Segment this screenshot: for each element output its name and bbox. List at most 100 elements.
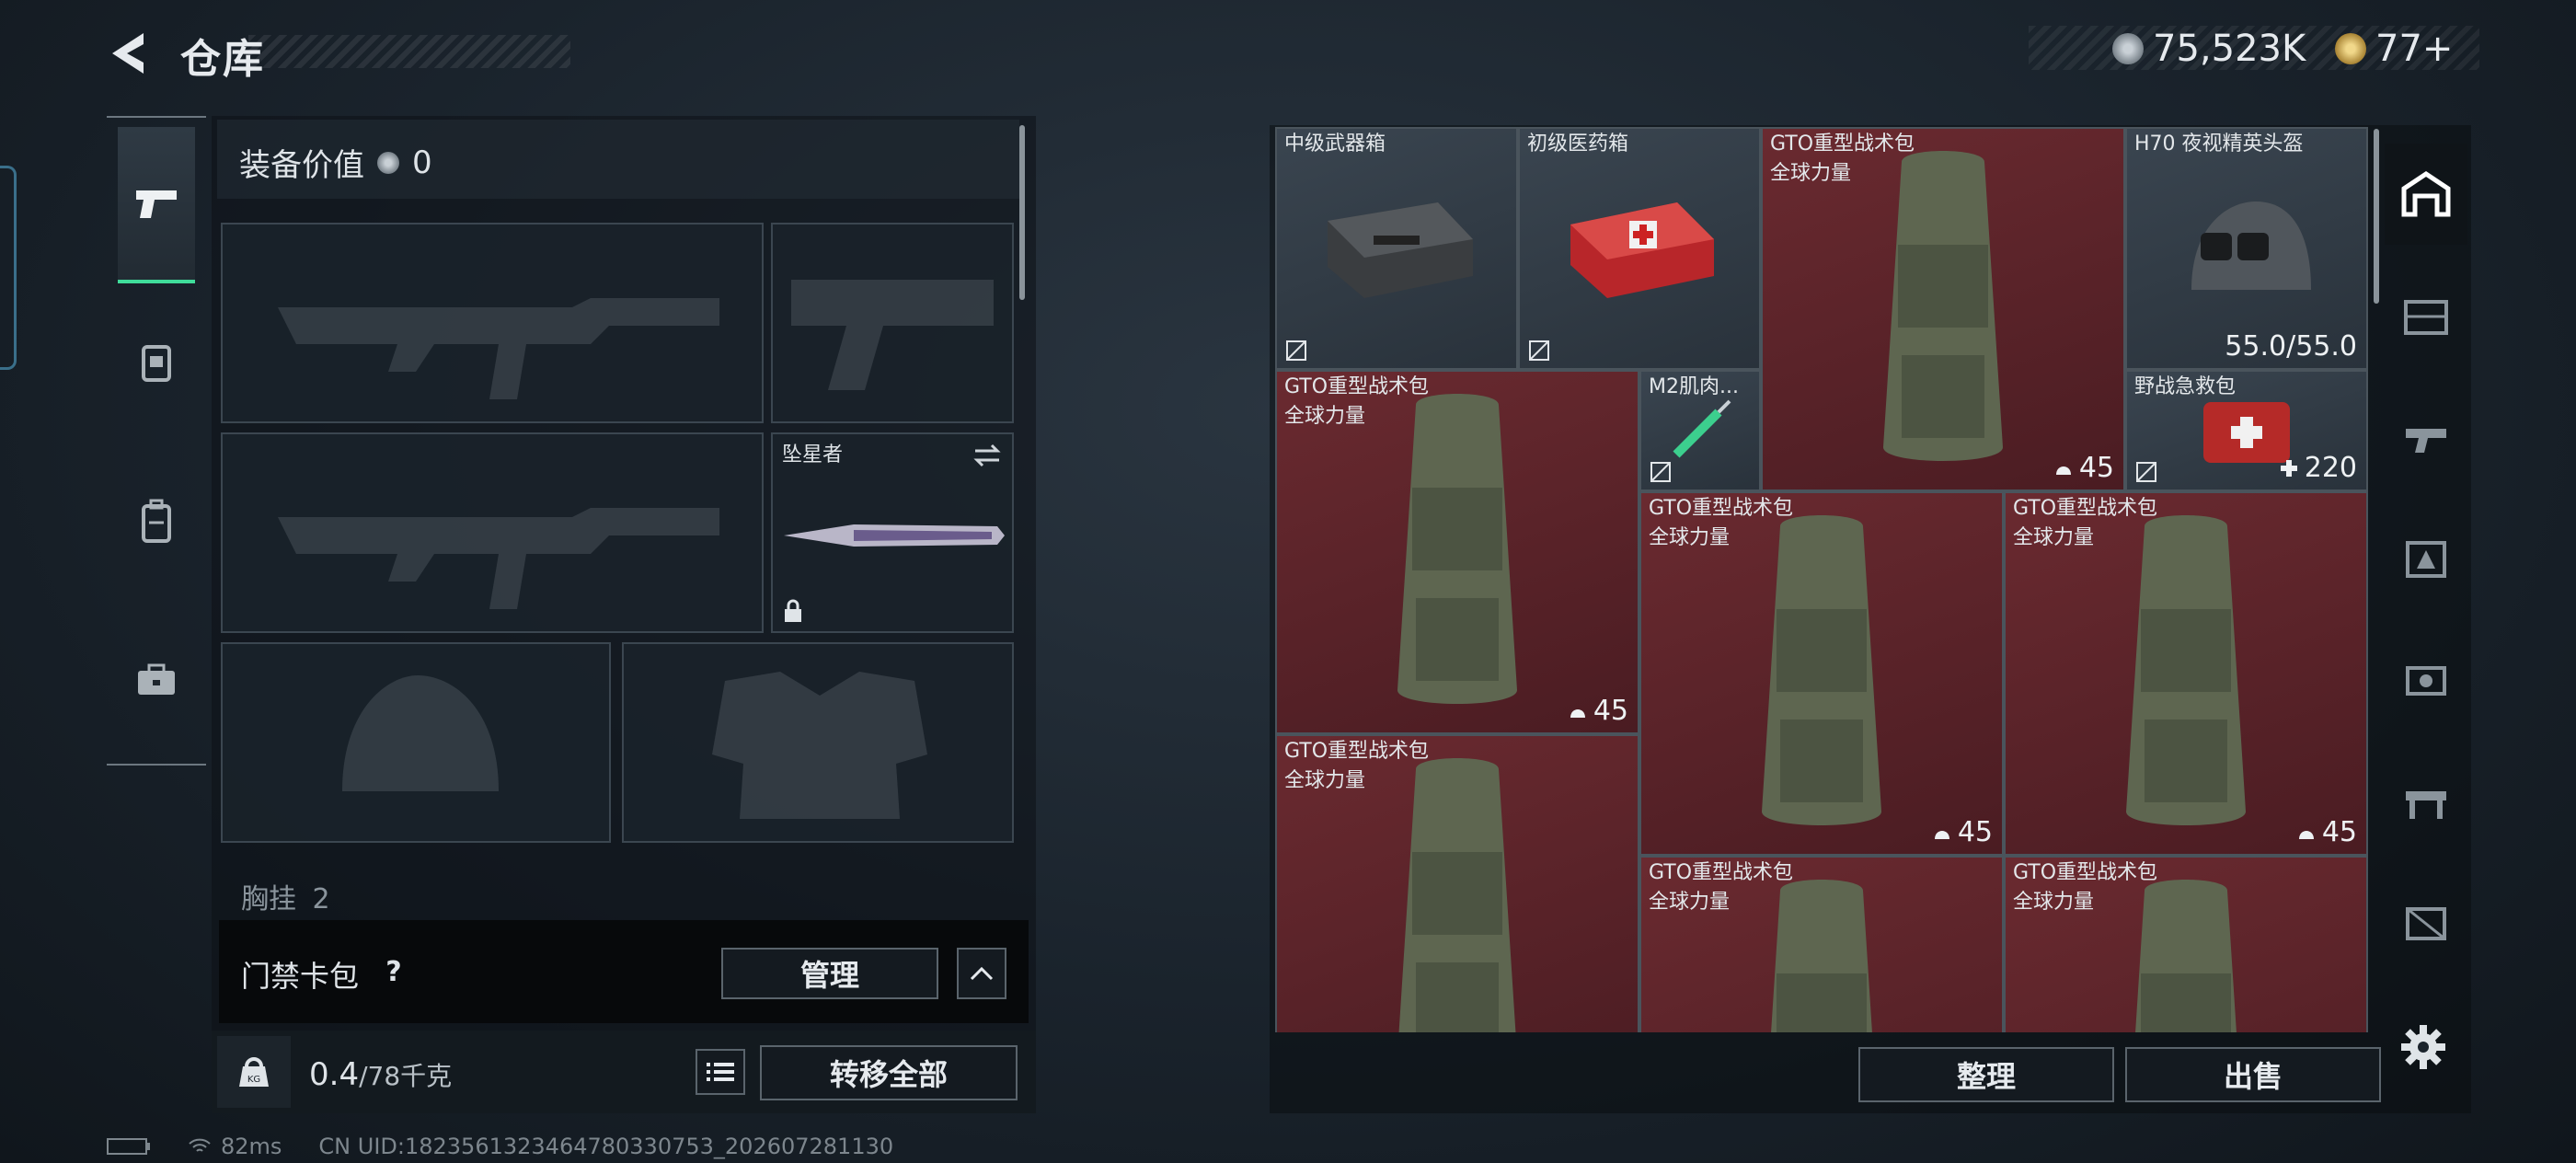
side-drawer-handle[interactable] <box>0 166 17 370</box>
item-count: 45 <box>2053 452 2114 484</box>
currency-2[interactable]: 77+ <box>2335 28 2453 70</box>
item-subtitle: 全球力量 <box>2013 891 2095 914</box>
weight-max: /78千克 <box>359 1061 453 1091</box>
battery-icon <box>107 1138 150 1155</box>
list-view-button[interactable] <box>696 1049 745 1095</box>
weapon-case-icon <box>1328 202 1473 298</box>
storage-item[interactable]: GTO重型战术包 全球力量 <box>2004 856 2368 1032</box>
armor-slot[interactable] <box>622 642 1014 843</box>
storage-item[interactable]: GTO重型战术包 全球力量 45 <box>2004 491 2368 856</box>
coin-icon <box>377 151 399 174</box>
tab-armor[interactable] <box>118 285 195 442</box>
item-subtitle: 全球力量 <box>1284 405 1366 428</box>
item-count-value: 45 <box>1957 816 1993 848</box>
storage-item[interactable]: 中级武器箱 <box>1275 127 1518 370</box>
melee-name: 坠星者 <box>782 443 844 466</box>
no-trade-icon <box>1529 340 1549 361</box>
storage-item[interactable]: 野战急救包 220 <box>2125 370 2368 491</box>
helmet-slot[interactable] <box>221 642 611 843</box>
storage-scrollbar[interactable] <box>2374 129 2379 304</box>
primary-weapon-slot-1[interactable] <box>221 223 764 423</box>
tab-storage-5[interactable] <box>2385 629 2467 731</box>
item-count-value: 220 <box>2304 452 2357 484</box>
item-count-value: 45 <box>2321 816 2357 848</box>
sort-button[interactable]: 整理 <box>1858 1047 2114 1102</box>
storage-item[interactable]: GTO重型战术包 全球力量 45 <box>1275 370 1639 734</box>
tab-storage-4[interactable] <box>2385 508 2467 609</box>
expand-button[interactable] <box>957 948 1006 999</box>
backpack-icon <box>1762 515 1881 825</box>
tab-backpack[interactable] <box>118 443 195 600</box>
item-subtitle: 全球力量 <box>1649 891 1731 914</box>
item-name: H70 夜视精英头盔 <box>2134 132 2304 155</box>
storage-item[interactable]: GTO重型战术包 全球力量 45 <box>1761 127 2125 491</box>
sell-button[interactable]: 出售 <box>2125 1047 2381 1102</box>
item-subtitle: 全球力量 <box>2013 526 2095 549</box>
backpack-icon <box>1771 880 1872 1032</box>
help-icon[interactable]: ? <box>375 953 412 990</box>
manage-button[interactable]: 管理 <box>721 948 938 999</box>
armor-silhouette-icon <box>712 672 927 819</box>
transfer-all-button[interactable]: 转移全部 <box>760 1045 1018 1100</box>
helmet-small-icon <box>1570 708 1585 718</box>
item-subtitle: 全球力量 <box>1649 526 1731 549</box>
tab-storage-3[interactable] <box>2385 386 2467 488</box>
melee-slot[interactable]: 坠星者 <box>771 432 1014 633</box>
currency-1: 75,523K <box>2112 28 2306 70</box>
pistol-icon <box>136 190 177 218</box>
kettlebell-icon: KG <box>239 1057 269 1087</box>
back-arrow-icon <box>112 33 144 74</box>
backpack-icon <box>2126 515 2246 825</box>
backpack-icon <box>1883 151 2003 461</box>
gold-coin-icon <box>2335 33 2366 64</box>
pistol-slot[interactable] <box>771 223 1014 423</box>
storage-item[interactable]: GTO重型战术包 全球力量 45 <box>1639 491 2004 856</box>
workbench-icon <box>2406 791 2446 819</box>
plus-icon <box>2280 459 2297 477</box>
chevron-up-icon <box>970 966 994 981</box>
ping-group: 82ms <box>188 1134 282 1159</box>
lock-icon <box>785 599 801 622</box>
item-count: 45 <box>1932 816 1993 848</box>
knife-icon <box>784 524 1005 547</box>
storage-item[interactable]: 初级医药箱 <box>1518 127 1761 370</box>
backpack-icon <box>142 499 171 543</box>
tab-storage-main[interactable] <box>2385 144 2467 245</box>
rifle-silhouette-icon <box>278 298 719 399</box>
back-button[interactable] <box>103 28 155 79</box>
swap-icon[interactable] <box>972 442 1003 469</box>
storage-item[interactable]: M2肌肉... <box>1639 370 1761 491</box>
list-icon <box>707 1063 734 1081</box>
ping-value: 82ms <box>221 1134 282 1159</box>
durability-value: 55.0/55.0 <box>2225 330 2357 363</box>
warehouse-icon <box>2401 170 2451 217</box>
chest-label: 胸挂 <box>241 883 296 915</box>
backpack-icon <box>1397 394 1517 704</box>
no-trade-icon <box>2136 462 2156 482</box>
tab-storage-6[interactable] <box>2385 751 2467 852</box>
storage-item[interactable]: GTO重型战术包 全球力量 <box>1639 856 2004 1032</box>
storage-grid: 中级武器箱 初级医药箱 GTO重型战术包 全球力量 45 H70 夜视精英头盔 … <box>1275 127 2368 1032</box>
item-name: 初级医药箱 <box>1527 132 1629 155</box>
gear-icon <box>2401 1025 2445 1069</box>
crate-icon <box>2406 907 2446 940</box>
wifi-icon <box>189 1138 211 1152</box>
tab-storage-2[interactable] <box>2385 265 2467 366</box>
tab-weapons[interactable] <box>118 127 195 283</box>
tab-case[interactable] <box>118 602 195 758</box>
night-vision-helmet-icon <box>2191 202 2311 290</box>
equipment-value-amount: 0 <box>412 144 432 181</box>
primary-weapon-slot-2[interactable] <box>221 432 764 633</box>
storage-item[interactable]: H70 夜视精英头盔 55.0/55.0 <box>2125 127 2368 370</box>
storage-item[interactable]: GTO重型战术包 全球力量 <box>1275 734 1639 1032</box>
equipment-scrollbar[interactable] <box>1019 125 1025 300</box>
pistol-silhouette-icon <box>791 280 994 390</box>
equipment-value: 装备价值 0 <box>239 140 432 185</box>
item-count-value: 45 <box>2078 452 2114 484</box>
tab-storage-7[interactable] <box>2385 872 2467 973</box>
weight-icon-box: KG <box>217 1036 291 1108</box>
no-trade-icon <box>1650 462 1671 482</box>
item-count: 45 <box>2296 816 2357 848</box>
settings-button[interactable] <box>2396 1019 2451 1075</box>
uid-text: CN UID:1823561323464780330753_2026072811… <box>318 1134 894 1159</box>
